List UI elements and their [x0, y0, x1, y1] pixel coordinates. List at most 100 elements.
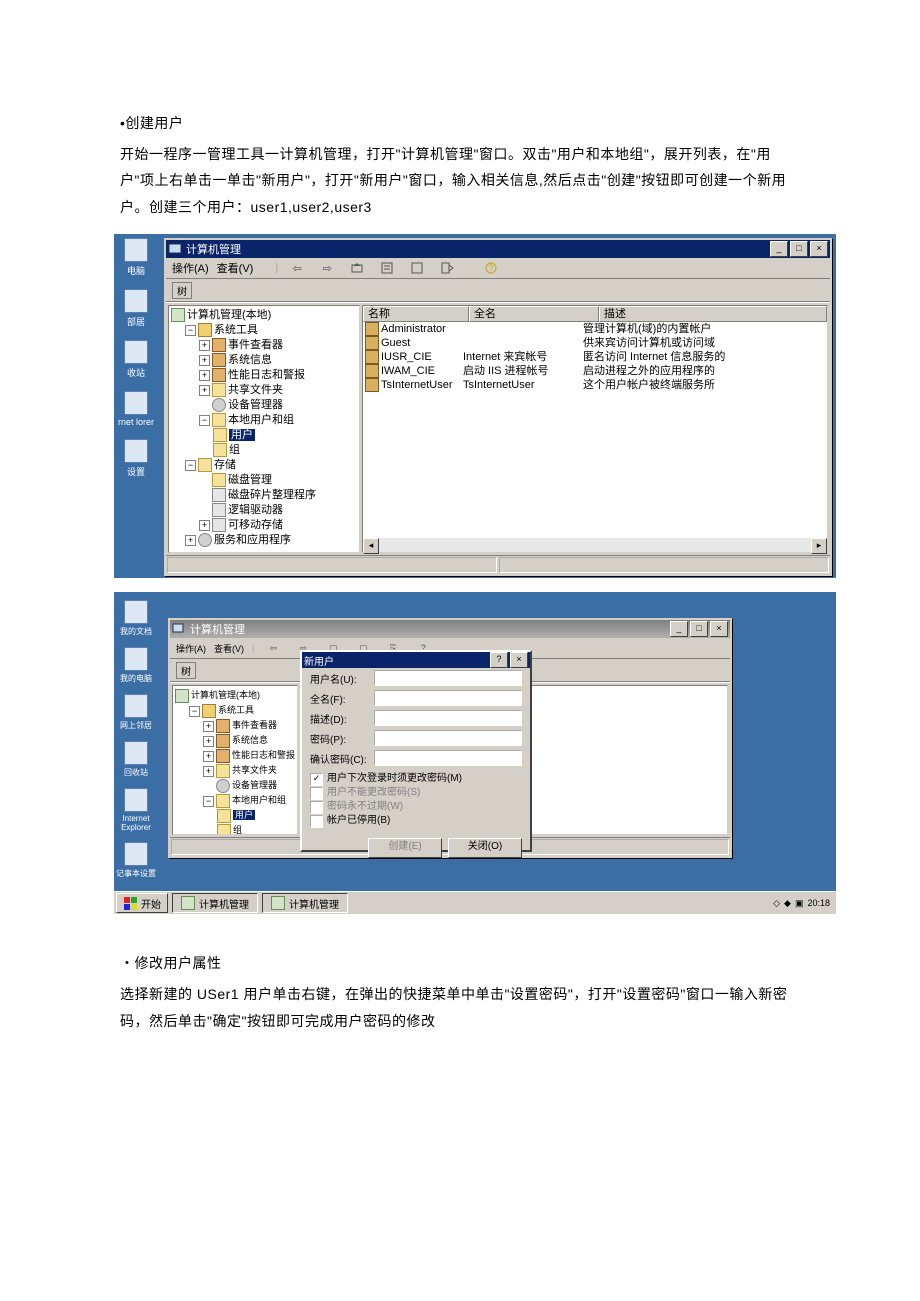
menu-view[interactable]: 查看(V) [217, 260, 254, 276]
label-username: 用户名(U): [310, 671, 370, 686]
checkbox-mustchange[interactable]: ✓ [310, 773, 323, 786]
groups-folder-icon [213, 443, 227, 457]
titlebar[interactable]: 计算机管理 _ □ × [170, 620, 730, 638]
col-desc[interactable]: 描述 [599, 306, 827, 322]
desktop-icon[interactable]: 网上邻居 [114, 694, 158, 731]
scroll-left-icon[interactable]: ◂ [363, 538, 379, 554]
help-button[interactable]: ? [490, 652, 508, 668]
expand-icon[interactable]: + [185, 535, 196, 546]
nav-forward-icon[interactable]: ⇨ [316, 258, 338, 278]
maximize-button[interactable]: □ [790, 241, 808, 257]
input-desc[interactable] [374, 710, 522, 726]
label-desc: 描述(D): [310, 711, 370, 726]
col-name[interactable]: 名称 [363, 306, 469, 322]
checkbox-disabled[interactable] [310, 815, 323, 828]
removable-icon [212, 518, 226, 532]
toolbar-help-icon[interactable]: ? [480, 258, 502, 278]
minimize-button[interactable]: _ [770, 241, 788, 257]
list-row[interactable]: IWAM_CIE 启动 IIS 进程帐号 启动进程之外的应用程序的 [363, 364, 827, 378]
desktop-icon[interactable]: 我的电脑 [114, 647, 158, 684]
toolbar-refresh-icon[interactable] [406, 258, 428, 278]
tree-tab[interactable]: 树 [172, 282, 192, 299]
menu-action[interactable]: 操作(A) [172, 260, 209, 276]
expand-icon[interactable]: + [199, 340, 210, 351]
create-button[interactable]: 创建(E) [368, 838, 442, 858]
close-dialog-button[interactable]: 关闭(O) [448, 838, 522, 858]
input-username[interactable] [374, 670, 522, 686]
tree-tab[interactable]: 树 [176, 662, 196, 679]
expand-icon[interactable]: + [199, 355, 210, 366]
list-row[interactable]: TsInternetUser TsInternetUser 这个用户帐户被终端服… [363, 378, 827, 392]
desktop-icon[interactable]: 记事本设置 [114, 842, 158, 879]
horizontal-scrollbar[interactable]: ◂ ▸ [363, 538, 827, 552]
tree-item-groups[interactable]: 组 [229, 444, 240, 456]
list-pane[interactable]: 名称 全名 描述 Administrator 管理计算机(域)的内置帐户 Gue… [362, 305, 828, 553]
desktop-icon[interactable]: 设置 [114, 439, 158, 478]
expand-icon[interactable]: + [199, 385, 210, 396]
tree-item-users[interactable]: 用户 [229, 429, 255, 441]
diskmgmt-icon [212, 473, 226, 487]
input-confirm[interactable] [374, 750, 522, 766]
window-title: 计算机管理 [186, 241, 241, 257]
toolbar-export-icon[interactable] [436, 258, 458, 278]
heading-modify-user: ・修改用户属性 [120, 950, 800, 977]
start-button[interactable]: 开始 [116, 893, 168, 913]
services-icon [198, 533, 212, 547]
scroll-right-icon[interactable]: ▸ [811, 538, 827, 554]
menu-action[interactable]: 操作(A) [176, 642, 206, 655]
maximize-button[interactable]: □ [690, 621, 708, 637]
paragraph-modify-user: 选择新建的 USer1 用户单击右键，在弹出的快捷菜单中单击"设置密码"，打开"… [120, 981, 800, 1034]
tree-pane[interactable]: 计算机管理(本地) −系统工具 +事件查看器 +系统信息 +性能日志和警报 +共… [172, 685, 298, 835]
expand-icon[interactable]: + [199, 370, 210, 381]
tray-icon[interactable]: ◆ [784, 898, 791, 909]
desktop-icon[interactable]: rnet lorer [114, 391, 158, 427]
expand-icon[interactable]: − [185, 325, 196, 336]
svg-text:?: ? [489, 263, 494, 273]
user-icon [365, 336, 379, 350]
nav-back-icon[interactable]: ⇦ [286, 258, 308, 278]
expand-icon[interactable]: − [185, 460, 196, 471]
tree-pane[interactable]: 计算机管理(本地) −系统工具 +事件查看器 +系统信息 +性能日志和警报 +共… [168, 305, 360, 553]
nav-back-icon[interactable]: ⇦ [262, 638, 284, 658]
nav-up-icon[interactable] [346, 258, 368, 278]
expand-icon[interactable]: − [199, 415, 210, 426]
desktop-icon[interactable]: Internet Explorer [114, 788, 158, 832]
options: ✓用户下次登录时须更改密码(M) 用户不能更改密码(S) 密码永不过期(W) 帐… [302, 768, 530, 832]
taskbar-item[interactable]: 计算机管理 [262, 893, 348, 913]
desktop-icon[interactable]: 电脑 [114, 238, 158, 277]
input-password[interactable] [374, 730, 522, 746]
sysinfo-icon [212, 353, 226, 367]
close-button[interactable]: × [510, 652, 528, 668]
close-button[interactable]: × [710, 621, 728, 637]
toolbar-properties-icon[interactable] [376, 258, 398, 278]
list-row[interactable]: Administrator 管理计算机(域)的内置帐户 [363, 322, 827, 336]
label-fullname: 全名(F): [310, 691, 370, 706]
titlebar[interactable]: 计算机管理 _ □ × [166, 240, 830, 258]
desktop-icon[interactable]: 回收站 [114, 741, 158, 778]
statusbar [166, 555, 830, 574]
col-fullname[interactable]: 全名 [469, 306, 599, 322]
minimize-button[interactable]: _ [670, 621, 688, 637]
desktop-icon[interactable]: 收站 [114, 340, 158, 379]
desktop-icon[interactable]: 我的文档 [114, 600, 158, 637]
desktop-icon[interactable]: 部居 [114, 289, 158, 328]
user-icon [365, 322, 379, 336]
list-row[interactable]: IUSR_CIE Internet 来宾帐号 匿名访问 Internet 信息服… [363, 350, 827, 364]
input-fullname[interactable] [374, 690, 522, 706]
tray-icon[interactable]: ▣ [795, 898, 804, 909]
taskbar-item[interactable]: 计算机管理 [172, 893, 258, 913]
devicemgr-icon [212, 398, 226, 412]
tray-icon[interactable]: ◇ [773, 898, 780, 909]
computer-icon [171, 308, 185, 322]
label-password: 密码(P): [310, 731, 370, 746]
user-icon [365, 364, 379, 378]
menu-view[interactable]: 查看(V) [214, 642, 244, 655]
screenshot-newuser-dialog: 我的文档 我的电脑 网上邻居 回收站 Internet Explorer 记事本… [114, 592, 836, 914]
window-icon [181, 896, 195, 910]
expand-icon[interactable]: − [189, 706, 200, 717]
close-button[interactable]: × [810, 241, 828, 257]
list-row[interactable]: Guest 供来宾访问计算机或访问域 [363, 336, 827, 350]
dialog-titlebar[interactable]: 新用户 ? × [302, 652, 530, 668]
system-tray[interactable]: ◇ ◆ ▣ 20:18 [767, 898, 836, 909]
expand-icon[interactable]: + [199, 520, 210, 531]
